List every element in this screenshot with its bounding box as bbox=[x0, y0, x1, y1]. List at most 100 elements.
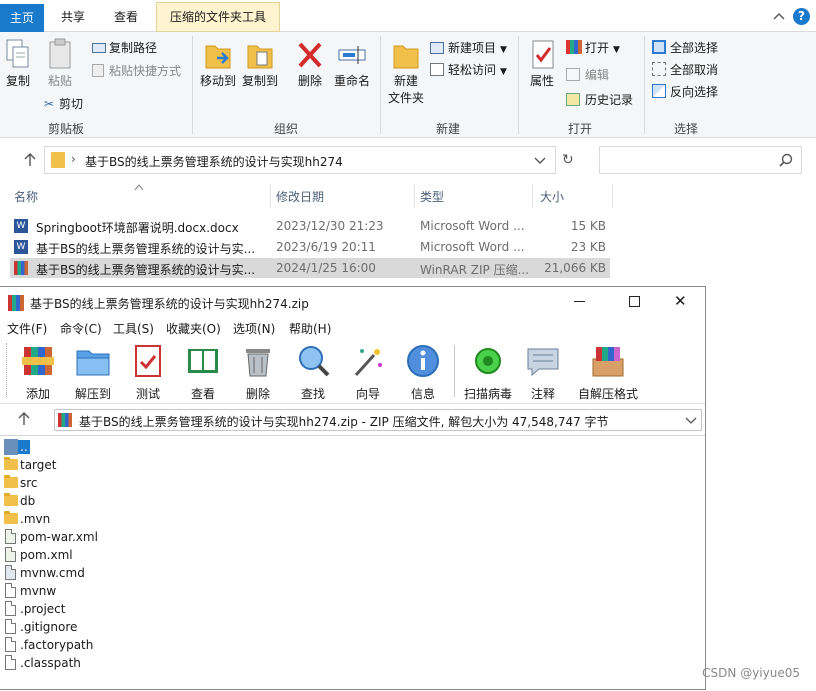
clipboard-icon bbox=[46, 38, 74, 72]
cut-button[interactable]: ✂剪切 bbox=[44, 95, 83, 112]
maximize-icon[interactable] bbox=[629, 296, 640, 307]
item-name: .. bbox=[18, 440, 30, 454]
view-button[interactable]: 查看 bbox=[177, 343, 229, 379]
move-to-button[interactable]: 移动到 bbox=[198, 38, 238, 89]
file-name: Springboot环境部署说明.docx.docx bbox=[36, 219, 276, 236]
file-size: 21,066 KB bbox=[544, 261, 606, 275]
easy-access-label: 轻松访问 bbox=[448, 63, 496, 77]
file-row-selected[interactable]: 基于BS的线上票务管理系统的设计与实... 2024/1/25 16:00 Wi… bbox=[10, 258, 610, 278]
breadcrumb-separator-icon: › bbox=[71, 152, 76, 166]
new-folder-icon bbox=[391, 38, 421, 72]
help-icon[interactable]: ? bbox=[793, 8, 810, 25]
menu-tools[interactable]: 工具(S) bbox=[113, 320, 154, 337]
new-folder-button[interactable]: 新建 文件夹 bbox=[384, 38, 428, 106]
archive-path-field[interactable]: 基于BS的线上票务管理系统的设计与实现hh274.zip - ZIP 压缩文件,… bbox=[54, 409, 702, 431]
comment-button[interactable]: 注释 bbox=[517, 343, 569, 379]
winrar-icon bbox=[8, 295, 24, 311]
scan-virus-button[interactable]: 扫描病毒 bbox=[462, 343, 514, 379]
history-button[interactable]: 历史记录 bbox=[566, 91, 633, 108]
column-type[interactable]: 类型 bbox=[420, 188, 444, 205]
path-bar: 基于BS的线上票务管理系统的设计与实现hh274.zip - ZIP 压缩文件,… bbox=[0, 403, 705, 435]
dropdown-arrow-icon: ▼ bbox=[500, 45, 507, 55]
open-button[interactable]: 打开▼ bbox=[566, 39, 620, 56]
up-arrow-icon[interactable] bbox=[22, 152, 38, 168]
file-name: 基于BS的线上票务管理系统的设计与实... bbox=[36, 261, 276, 278]
item-name: db bbox=[20, 494, 35, 508]
tab-view[interactable]: 查看 bbox=[104, 6, 148, 28]
select-all-icon bbox=[652, 40, 666, 54]
properties-icon bbox=[527, 38, 557, 72]
paste-shortcut-icon bbox=[92, 64, 104, 77]
chevron-down-icon[interactable] bbox=[533, 155, 547, 167]
properties-label: 属性 bbox=[530, 74, 554, 88]
new-item-label: 新建项目 bbox=[448, 41, 496, 55]
copy-label: 复制 bbox=[6, 74, 30, 88]
up-arrow-icon[interactable] bbox=[16, 411, 32, 427]
easy-access-button[interactable]: 轻松访问▼ bbox=[430, 61, 507, 78]
new-item-button[interactable]: 新建项目 ▼ bbox=[430, 39, 507, 56]
file-modified: 2023/12/30 21:23 bbox=[276, 219, 384, 233]
address-bar[interactable]: › 基于BS的线上票务管理系统的设计与实现hh274 bbox=[44, 146, 556, 174]
select-all-button[interactable]: 全部选择 bbox=[652, 39, 718, 56]
rename-label: 重命名 bbox=[334, 74, 370, 88]
minimize-icon[interactable] bbox=[574, 301, 585, 302]
tab-home[interactable]: 主页 bbox=[0, 4, 44, 32]
close-icon[interactable]: ✕ bbox=[674, 292, 687, 310]
folder-icon bbox=[4, 513, 18, 524]
file-row[interactable]: W 基于BS的线上票务管理系统的设计与实... 2023/6/19 20:11 … bbox=[10, 237, 610, 257]
delete-button[interactable]: 删除 bbox=[294, 38, 326, 89]
find-button[interactable]: 查找 bbox=[287, 343, 339, 379]
select-none-button[interactable]: 全部取消 bbox=[652, 61, 718, 78]
invert-selection-button[interactable]: 反向选择 bbox=[652, 83, 718, 100]
edit-button[interactable]: 编辑 bbox=[566, 66, 609, 83]
winrar-icon bbox=[58, 413, 72, 427]
parent-folder-icon bbox=[4, 439, 18, 455]
sfx-button[interactable]: 自解压格式 bbox=[582, 343, 634, 379]
extract-folder-icon bbox=[75, 343, 111, 379]
open-label: 打开 bbox=[585, 41, 609, 55]
file-modified: 2024/1/25 16:00 bbox=[276, 261, 376, 275]
divider bbox=[270, 184, 271, 208]
menu-file[interactable]: 文件(F) bbox=[7, 320, 47, 337]
menu-favorites[interactable]: 收藏夹(O) bbox=[166, 320, 221, 337]
file-row[interactable]: W Springboot环境部署说明.docx.docx 2023/12/30 … bbox=[10, 216, 610, 236]
paste-button[interactable]: 粘贴 bbox=[44, 38, 76, 89]
copy-to-button[interactable]: 复制到 bbox=[240, 38, 280, 89]
copy-path-button[interactable]: 复制路径 bbox=[92, 39, 157, 56]
delete-archive-button[interactable]: 删除 bbox=[232, 343, 284, 379]
copy-to-label: 复制到 bbox=[242, 74, 278, 88]
address-path[interactable]: 基于BS的线上票务管理系统的设计与实现hh274 bbox=[85, 153, 343, 170]
menu-command[interactable]: 命令(C) bbox=[60, 320, 102, 337]
delete-x-icon bbox=[295, 38, 325, 72]
search-input[interactable] bbox=[599, 146, 802, 174]
properties-button[interactable]: 属性 bbox=[524, 38, 560, 89]
test-icon bbox=[130, 343, 166, 379]
column-modified[interactable]: 修改日期 bbox=[276, 188, 324, 205]
invert-selection-label: 反向选择 bbox=[670, 85, 718, 99]
info-button[interactable]: 信息 bbox=[397, 343, 449, 379]
wizard-button[interactable]: 向导 bbox=[342, 343, 394, 379]
refresh-icon[interactable]: ↻ bbox=[562, 152, 580, 170]
item-name: mvnw bbox=[20, 584, 56, 598]
winrar-icon bbox=[566, 40, 582, 54]
menu-help[interactable]: 帮助(H) bbox=[289, 320, 331, 337]
extract-to-button[interactable]: 解压到 bbox=[67, 343, 119, 379]
add-button[interactable]: 添加 bbox=[12, 343, 64, 379]
column-size[interactable]: 大小 bbox=[540, 188, 564, 205]
file-type: Microsoft Word ... bbox=[420, 219, 532, 233]
item-name: .gitignore bbox=[20, 620, 77, 634]
paste-shortcut-button[interactable]: 粘贴快捷方式 bbox=[92, 62, 181, 79]
chevron-up-icon[interactable] bbox=[772, 9, 786, 23]
tab-share[interactable]: 共享 bbox=[50, 6, 96, 28]
divider bbox=[612, 184, 613, 208]
virus-icon bbox=[470, 343, 506, 379]
menu-options[interactable]: 选项(N) bbox=[233, 320, 275, 337]
word-icon: W bbox=[14, 219, 28, 233]
chevron-down-icon[interactable] bbox=[685, 415, 697, 425]
rename-button[interactable]: 重命名 bbox=[332, 38, 372, 89]
copy-button[interactable]: 复制 bbox=[2, 38, 34, 89]
column-name[interactable]: 名称 bbox=[14, 188, 38, 205]
tab-compressed-tools[interactable]: 压缩的文件夹工具 bbox=[156, 2, 280, 32]
test-button[interactable]: 测试 bbox=[122, 343, 174, 379]
copy-path-label: 复制路径 bbox=[109, 41, 157, 55]
